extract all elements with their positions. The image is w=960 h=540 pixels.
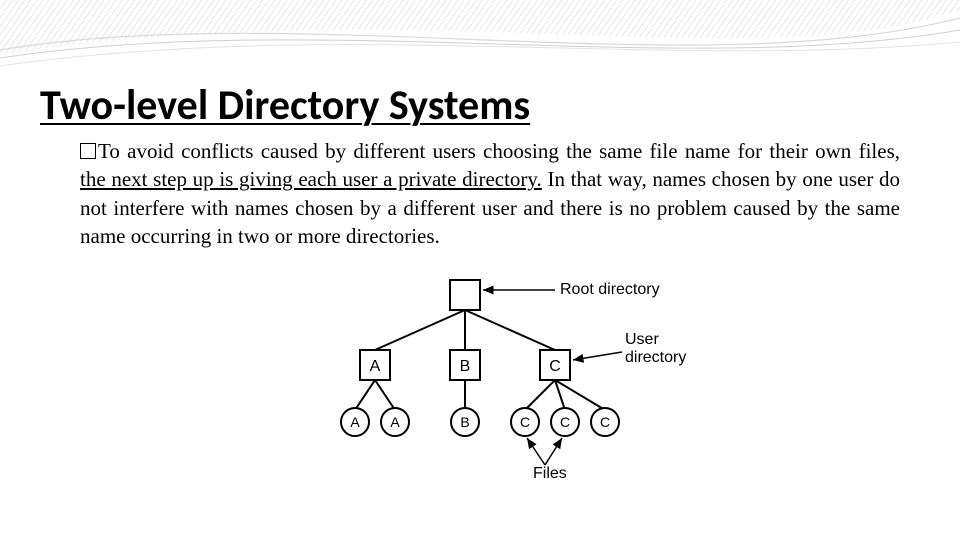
user-dir-C: C	[540, 350, 570, 380]
svg-text:C: C	[549, 358, 561, 375]
svg-text:A: A	[370, 358, 381, 375]
slide-body: To avoid conflicts caused by different u…	[80, 137, 900, 250]
svg-text:C: C	[560, 414, 570, 430]
slide: Two-level Directory Systems To avoid con…	[0, 0, 960, 485]
svg-text:C: C	[520, 414, 530, 430]
svg-text:A: A	[390, 414, 400, 430]
label-userdir-l1: User	[625, 331, 659, 348]
diagram-container: Root directory A B C	[40, 270, 920, 485]
label-files: Files	[533, 465, 567, 480]
user-dir-A: A	[360, 350, 390, 380]
tree-diagram: Root directory A B C	[265, 270, 695, 485]
file-node: C	[591, 408, 619, 436]
para-emphasis: the next step up is giving each user a p…	[80, 167, 542, 191]
file-node: A	[381, 408, 409, 436]
user-dir-B: B	[450, 350, 480, 380]
slide-title: Two-level Directory Systems	[40, 80, 920, 131]
svg-text:B: B	[460, 414, 469, 430]
label-userdir-l2: directory	[625, 349, 686, 366]
bullet-icon	[80, 143, 96, 159]
svg-text:C: C	[600, 414, 610, 430]
svg-text:A: A	[350, 414, 360, 430]
file-node: C	[511, 408, 539, 436]
para-prefix: To avoid conflicts caused by different u…	[98, 139, 900, 163]
svg-text:B: B	[460, 358, 471, 375]
file-node: B	[451, 408, 479, 436]
label-root: Root directory	[560, 281, 660, 298]
root-node	[450, 280, 480, 310]
file-node: A	[341, 408, 369, 436]
file-node: C	[551, 408, 579, 436]
